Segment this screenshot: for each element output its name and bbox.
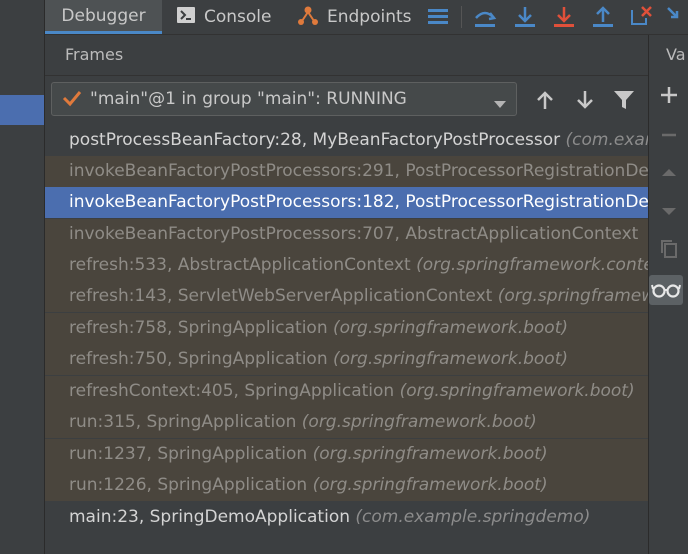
variables-side-toolbar: [649, 75, 688, 554]
frame-package: (org.springframework.boot): [333, 349, 569, 369]
frame-row-selected[interactable]: invokeBeanFactoryPostProcessors:182, Pos…: [45, 187, 648, 218]
frame-package: (com.example.springdemo): [565, 130, 648, 150]
glasses-icon[interactable]: [649, 275, 683, 305]
frame-package: (org.springframework.boot): [312, 444, 548, 464]
frame-row[interactable]: run:315, SpringApplication (org.springfr…: [45, 407, 648, 438]
debug-toolbar: Debugger Console Endpoints: [45, 0, 688, 35]
frame-method: refreshContext:405, SpringApplication: [69, 381, 395, 401]
run-to-cursor-icon[interactable]: [665, 4, 685, 30]
frame-method: run:315, SpringApplication: [69, 412, 297, 432]
frame-package: (org.springframework.context): [416, 255, 648, 275]
frame-row[interactable]: invokeBeanFactoryPostProcessors:707, Abs…: [45, 219, 648, 250]
frame-row[interactable]: run:1237, SpringApplication (org.springf…: [45, 439, 648, 470]
arrow-up-icon[interactable]: [533, 88, 557, 112]
minus-icon[interactable]: [657, 123, 681, 147]
copy-icon[interactable]: [657, 237, 681, 261]
filter-icon[interactable]: [612, 88, 636, 112]
checkmark-icon: [62, 88, 82, 112]
frame-row[interactable]: main:23, SpringDemoApplication (com.exam…: [45, 502, 648, 533]
drop-frame-icon[interactable]: [629, 4, 655, 30]
arrow-down-icon[interactable]: [573, 88, 597, 112]
frame-row[interactable]: refresh:758, SpringApplication (org.spri…: [45, 313, 648, 344]
frame-method: main:23, SpringDemoApplication: [69, 507, 350, 527]
add-icon[interactable]: [657, 83, 681, 107]
frame-method: invokeBeanFactoryPostProcessors:291, Pos…: [69, 161, 648, 181]
left-tool-strip: [0, 0, 45, 554]
frames-title: Frames: [65, 45, 124, 64]
show-execution-point-icon[interactable]: [472, 4, 498, 30]
frame-row[interactable]: refresh:533, AbstractApplicationContext …: [45, 250, 648, 281]
variables-title: Va: [666, 45, 686, 64]
thread-selector-value: "main"@1 in group "main": RUNNING: [90, 89, 407, 109]
frame-package: (org.springframework.boot): [333, 318, 569, 338]
up-icon[interactable]: [657, 161, 681, 185]
frame-method: invokeBeanFactoryPostProcessors:182, Pos…: [69, 192, 648, 212]
tab-debugger-label: Debugger: [61, 5, 146, 26]
frame-method: run:1237, SpringApplication: [69, 444, 308, 464]
frame-method: postProcessBeanFactory:28, MyBeanFactory…: [69, 130, 561, 150]
tab-console-label: Console: [204, 7, 272, 27]
console-icon: [176, 6, 196, 29]
frame-method: refresh:143, ServletWebServerApplication…: [69, 286, 493, 306]
frame-method: run:1226, SpringApplication: [69, 475, 308, 495]
chevron-down-icon[interactable]: [493, 95, 507, 114]
down-icon[interactable]: [657, 199, 681, 223]
frame-package: (org.springframework.boot): [301, 412, 537, 432]
frames-header: Frames: [45, 35, 648, 76]
tab-console[interactable]: Console: [176, 0, 272, 34]
frames-list[interactable]: postProcessBeanFactory:28, MyBeanFactory…: [45, 125, 648, 554]
frame-row[interactable]: refresh:143, ServletWebServerApplication…: [45, 281, 648, 312]
endpoints-icon: [297, 4, 319, 31]
frame-package: (org.springframework.boot): [399, 381, 635, 401]
tab-debugger[interactable]: Debugger: [45, 0, 162, 34]
frame-row[interactable]: refresh:750, SpringApplication (org.spri…: [45, 344, 648, 375]
frame-package: (org.springframework.boot): [497, 286, 648, 306]
tab-endpoints-label: Endpoints: [327, 7, 412, 27]
thread-selector[interactable]: "main"@1 in group "main": RUNNING: [51, 82, 517, 116]
frame-method: refresh:758, SpringApplication: [69, 318, 328, 338]
frame-package: (org.springframework.boot): [312, 475, 548, 495]
toolbar-separator: [461, 6, 462, 28]
frame-method: refresh:533, AbstractApplicationContext: [69, 255, 411, 275]
frame-package: (com.example.springdemo): [355, 507, 591, 527]
step-over-icon[interactable]: [512, 4, 538, 30]
frame-row[interactable]: run:1226, SpringApplication (org.springf…: [45, 470, 648, 501]
tab-endpoints[interactable]: Endpoints: [297, 0, 412, 34]
step-into-icon[interactable]: [551, 4, 577, 30]
frame-method: invokeBeanFactoryPostProcessors:707, Abs…: [69, 224, 639, 244]
frame-row[interactable]: refreshContext:405, SpringApplication (o…: [45, 376, 648, 407]
step-out-icon[interactable]: [590, 4, 616, 30]
menu-icon[interactable]: [425, 4, 451, 30]
left-strip-selection: [0, 95, 44, 125]
frame-row[interactable]: postProcessBeanFactory:28, MyBeanFactory…: [45, 125, 648, 156]
frame-row[interactable]: invokeBeanFactoryPostProcessors:291, Pos…: [45, 156, 648, 187]
frame-method: refresh:750, SpringApplication: [69, 349, 328, 369]
